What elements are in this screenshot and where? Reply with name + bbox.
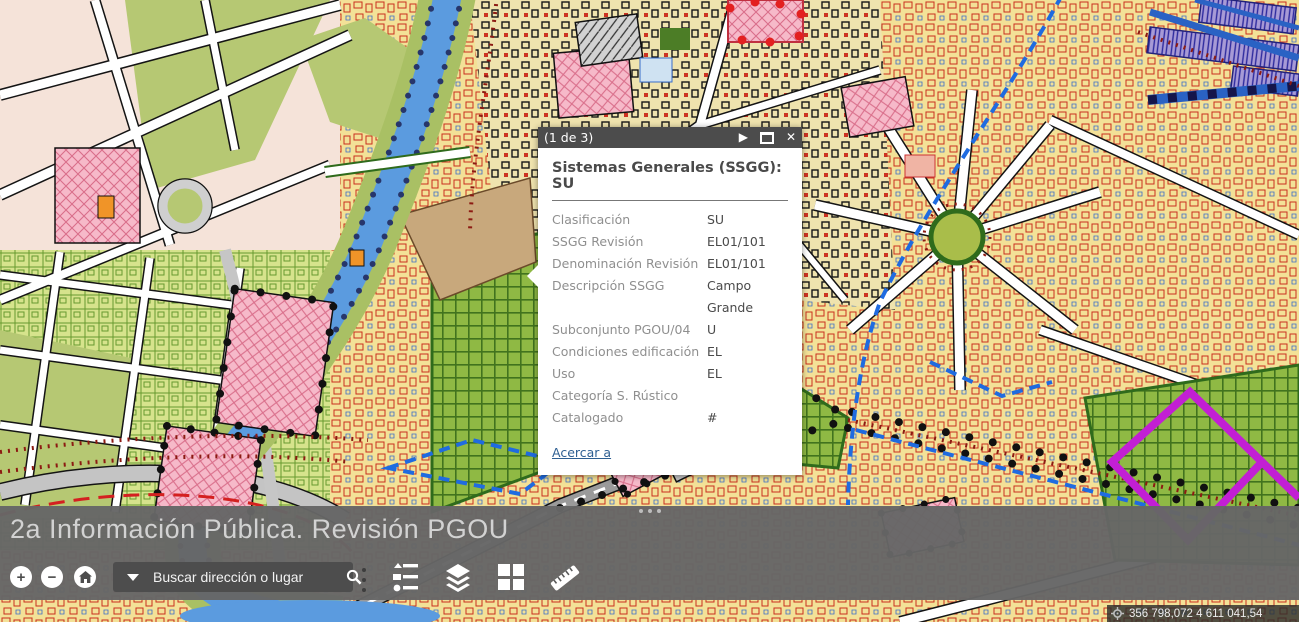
page-title: 2a Información Pública. Revisión PGOU xyxy=(10,514,509,545)
coordinate-widget: 356 798,072 4 611 041,54 xyxy=(1107,605,1299,622)
app-window: (1 de 3) ▶ ✕ Sistemas Generales (SSGG): … xyxy=(0,0,1299,622)
basemap-gallery-button[interactable] xyxy=(496,562,526,592)
field-row: Condiciones edificación EL xyxy=(552,341,788,363)
coordinates-readout: 356 798,072 4 611 041,54 xyxy=(1129,608,1262,620)
chevron-down-icon[interactable] xyxy=(127,574,139,581)
map-monument-block xyxy=(726,0,806,47)
field-row: Subconjunto PGOU/04 U xyxy=(552,319,788,341)
field-row: Clasificación SU xyxy=(552,209,788,231)
crosshair-icon[interactable] xyxy=(1111,607,1124,620)
measure-button[interactable] xyxy=(548,562,582,594)
measure-icon xyxy=(548,562,582,594)
layers-button[interactable] xyxy=(442,562,474,594)
layers-icon xyxy=(442,562,474,594)
basemap-grid-icon xyxy=(496,562,526,592)
home-icon xyxy=(79,571,92,583)
close-icon[interactable]: ✕ xyxy=(786,127,796,148)
popup-pointer xyxy=(527,265,538,287)
field-row: Categoría S. Rústico xyxy=(552,385,788,407)
maximize-icon[interactable] xyxy=(760,132,774,144)
legend-button[interactable] xyxy=(390,562,420,592)
map-roundabout xyxy=(158,179,212,233)
search-input[interactable] xyxy=(151,568,336,586)
legend-icon xyxy=(390,562,420,592)
bottom-bar: 2a Información Pública. Revisión PGOU + … xyxy=(0,506,1299,600)
zoom-out-button[interactable]: − xyxy=(41,566,63,588)
popup-title: Sistemas Generales (SSGG): SU xyxy=(552,160,788,192)
field-row: Catalogado # xyxy=(552,407,788,429)
zoom-in-button[interactable]: + xyxy=(10,566,32,588)
kebab-menu-icon[interactable] xyxy=(360,566,368,594)
field-row: Denominación Revisión EL01/101 xyxy=(552,253,788,275)
zoom-to-link[interactable]: Acercar a xyxy=(552,445,611,460)
field-row: SSGG Revisión EL01/101 xyxy=(552,231,788,253)
popup-body: Sistemas Generales (SSGG): SU Clasificac… xyxy=(538,148,802,475)
field-row: Descripción SSGG Campo Grande xyxy=(552,275,788,319)
home-button[interactable] xyxy=(74,566,96,588)
next-feature-icon[interactable]: ▶ xyxy=(739,127,748,148)
search-widget xyxy=(113,562,353,592)
field-row: Uso EL xyxy=(552,363,788,385)
attribute-table-handle[interactable] xyxy=(639,509,661,513)
popup-pager: (1 de 3) xyxy=(544,130,593,145)
map-gray-hatch-block xyxy=(575,14,643,66)
feature-popup: (1 de 3) ▶ ✕ Sistemas Generales (SSGG): … xyxy=(538,127,802,475)
map-orange-parcel xyxy=(98,196,114,218)
popup-header: (1 de 3) ▶ ✕ xyxy=(538,127,802,148)
